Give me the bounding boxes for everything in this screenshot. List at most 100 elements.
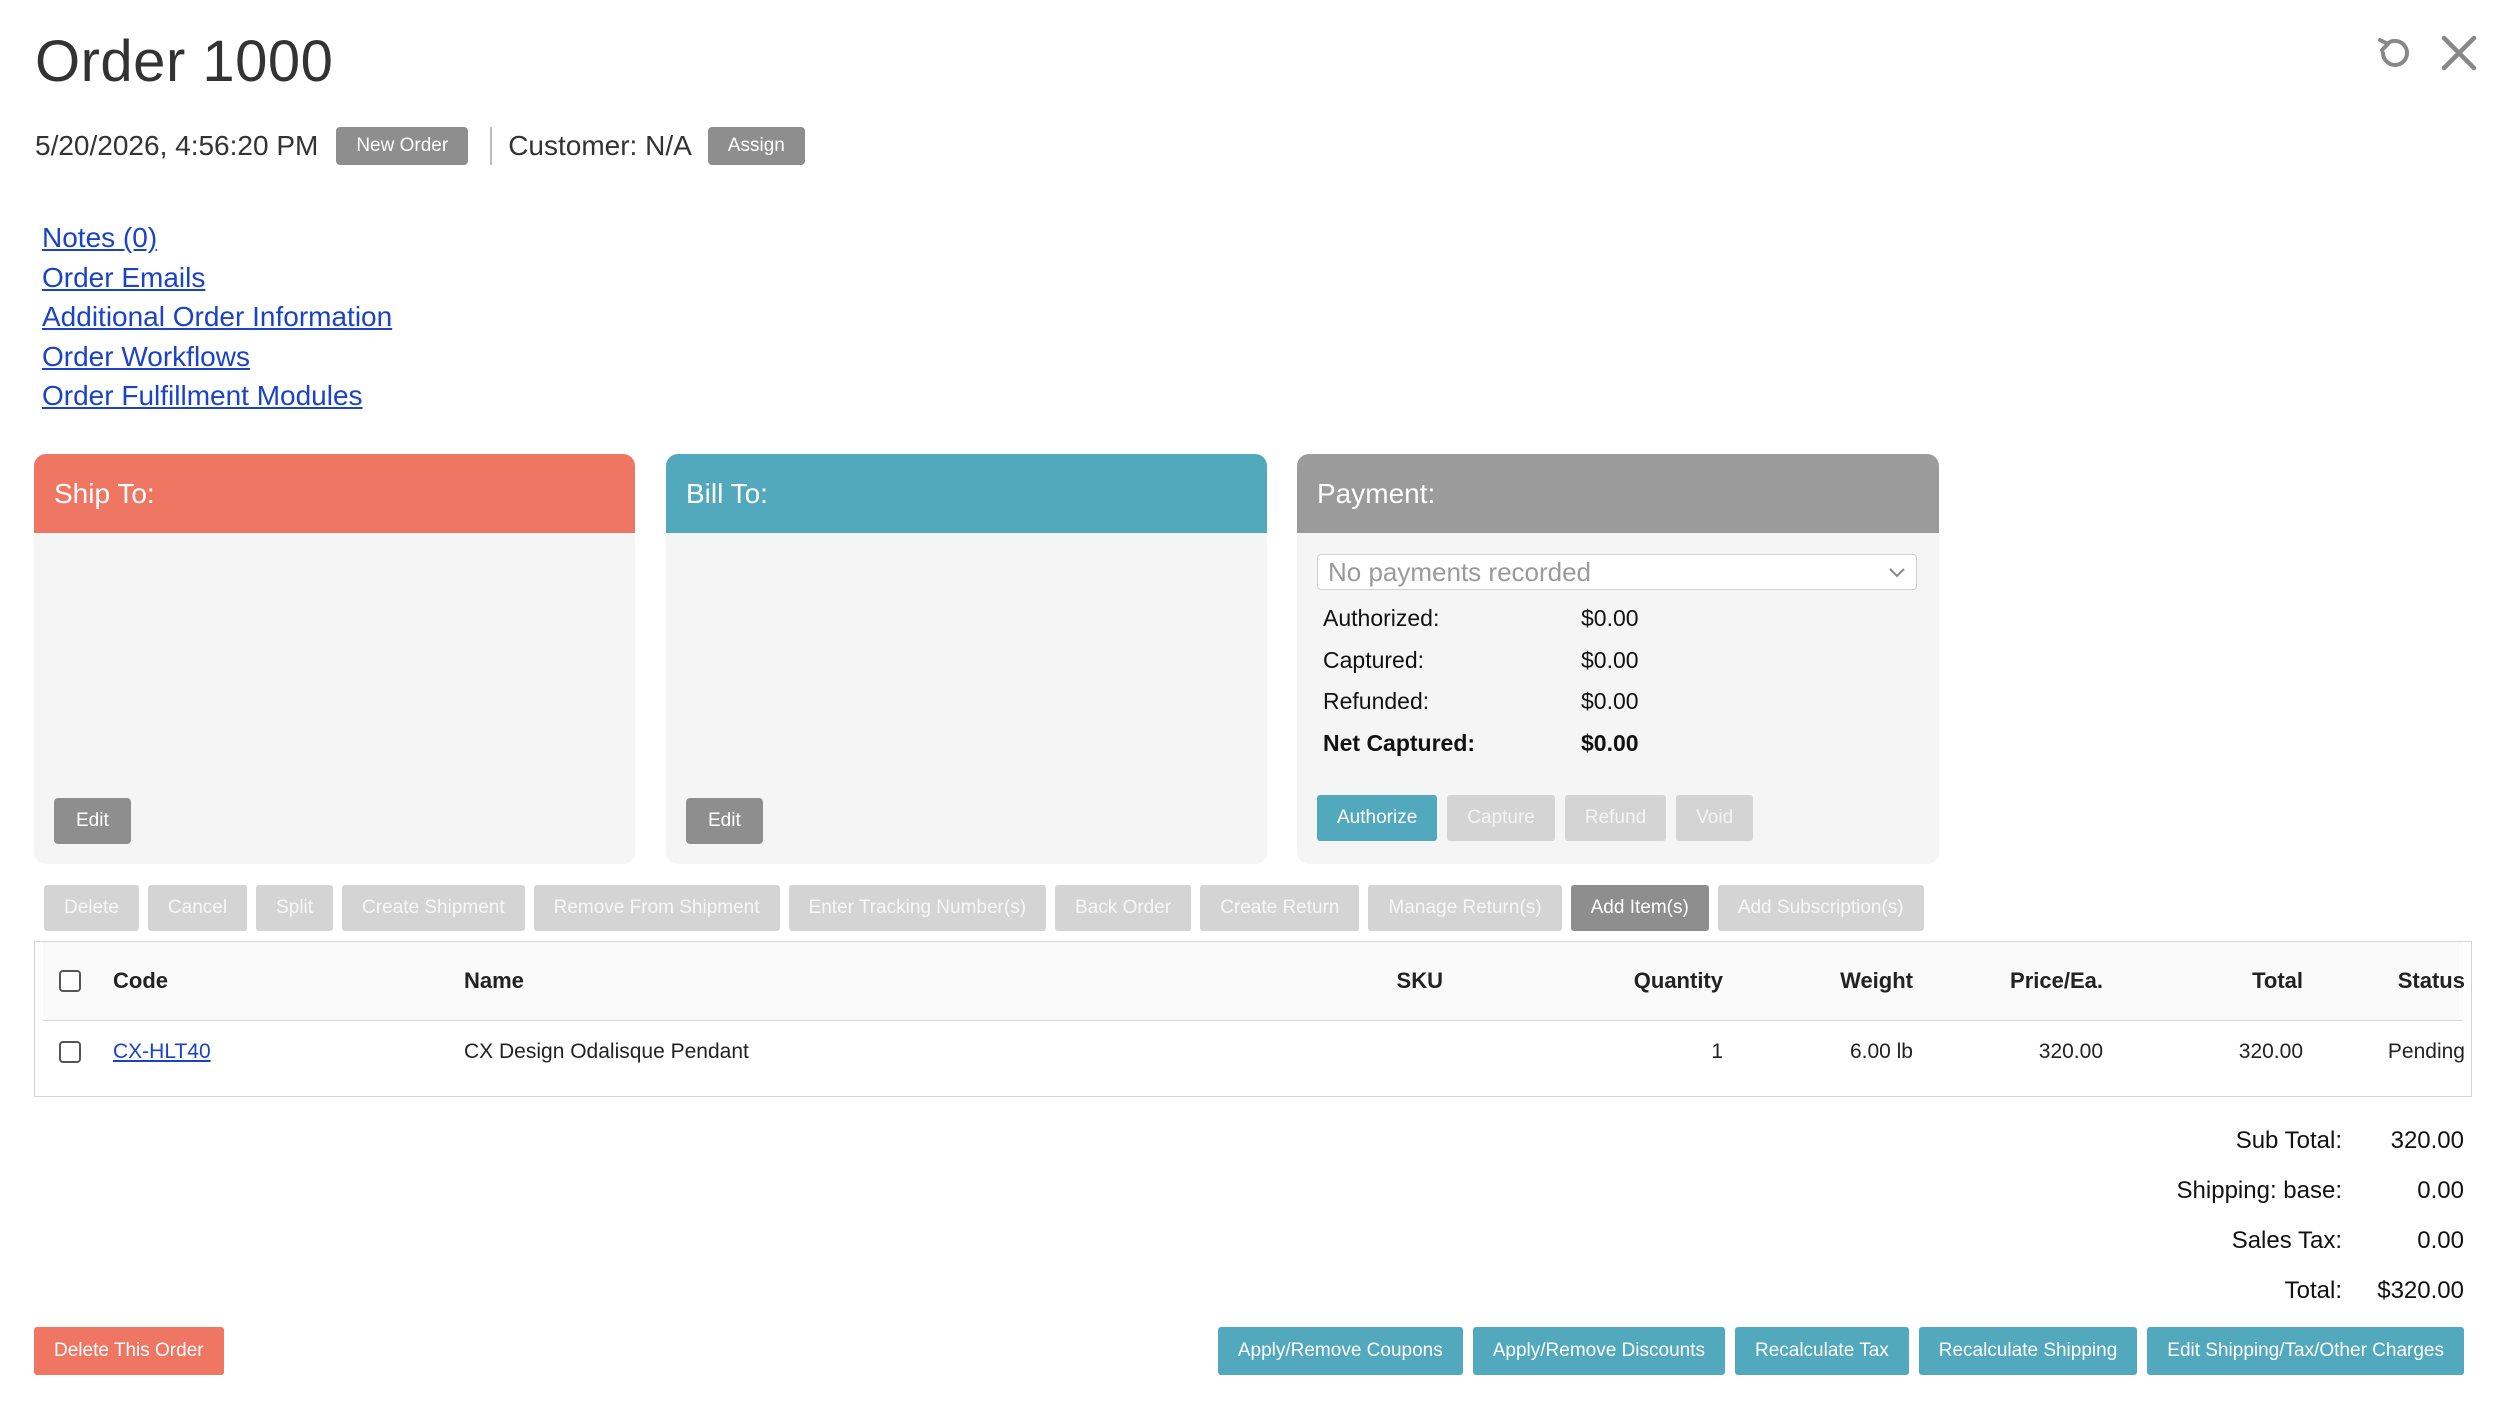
net-captured-row: Net Captured: $0.00 — [1323, 723, 1639, 765]
manage-returns-button[interactable]: Manage Return(s) — [1368, 885, 1562, 931]
total-row: Total: $320.00 — [2177, 1266, 2464, 1316]
subtotal-label: Sub Total: — [2235, 1127, 2342, 1154]
item-code-link[interactable]: CX-HLT40 — [113, 1040, 211, 1064]
authorize-button[interactable]: Authorize — [1317, 795, 1438, 841]
item-sku — [1293, 1022, 1443, 1082]
assign-customer-button[interactable]: Assign — [707, 127, 805, 165]
order-datetime: 5/20/2026, 4:56:20 PM — [35, 130, 319, 161]
close-icon[interactable] — [2438, 32, 2480, 74]
order-workflows-link[interactable]: Order Workflows — [42, 337, 392, 377]
order-footer-actions: Apply/Remove Coupons Apply/Remove Discou… — [1217, 1327, 2464, 1375]
edit-shipping-tax-other-charges-button[interactable]: Edit Shipping/Tax/Other Charges — [2147, 1327, 2464, 1375]
recalculate-tax-button[interactable]: Recalculate Tax — [1734, 1327, 1909, 1375]
shipping-label: Shipping: base: — [2176, 1177, 2342, 1204]
column-header-name[interactable]: Name — [464, 942, 524, 1020]
back-order-button[interactable]: Back Order — [1055, 885, 1192, 931]
ship-to-card: Ship To: Edit — [34, 454, 635, 864]
column-header-sku[interactable]: SKU — [1293, 942, 1443, 1020]
enter-tracking-numbers-button[interactable]: Enter Tracking Number(s) — [788, 885, 1047, 931]
notes-link[interactable]: Notes (0) — [42, 218, 392, 258]
net-captured-value: $0.00 — [1581, 729, 1639, 756]
additional-order-information-link[interactable]: Additional Order Information — [42, 297, 392, 337]
add-subscriptions-button[interactable]: Add Subscription(s) — [1717, 885, 1924, 931]
bill-to-title: Bill To: — [666, 454, 1267, 533]
refresh-icon[interactable] — [2374, 32, 2416, 74]
sales-tax-label: Sales Tax: — [2231, 1227, 2342, 1254]
bill-to-edit-button[interactable]: Edit — [686, 798, 763, 844]
window-controls — [2374, 32, 2480, 74]
sales-tax-row: Sales Tax: 0.00 — [2177, 1216, 2464, 1266]
new-order-button[interactable]: New Order — [336, 127, 469, 165]
add-items-button[interactable]: Add Item(s) — [1570, 885, 1709, 931]
cancel-item-button[interactable]: Cancel — [147, 885, 248, 931]
column-header-code[interactable]: Code — [113, 942, 168, 1020]
sales-tax-value: 0.00 — [2417, 1227, 2464, 1254]
payment-actions: Authorize Capture Refund Void — [1317, 795, 1754, 841]
item-status: Pending — [2387, 1040, 2465, 1063]
subtotal-row: Sub Total: 320.00 — [2177, 1116, 2464, 1166]
ship-to-edit-button[interactable]: Edit — [54, 798, 131, 844]
row-checkbox[interactable] — [59, 1041, 81, 1063]
payment-select[interactable]: No payments recorded — [1317, 554, 1917, 590]
shipping-value: 0.00 — [2417, 1177, 2464, 1204]
customer-text: Customer: N/A — [508, 130, 692, 161]
delete-order-button[interactable]: Delete This Order — [34, 1327, 224, 1375]
item-actions-toolbar: Delete Cancel Split Create Shipment Remo… — [44, 885, 1924, 931]
split-button[interactable]: Split — [256, 885, 334, 931]
recalculate-shipping-button[interactable]: Recalculate Shipping — [1918, 1327, 2138, 1375]
subtotal-value: 320.00 — [2390, 1127, 2464, 1154]
create-shipment-button[interactable]: Create Shipment — [342, 885, 525, 931]
item-total: 320.00 — [2238, 1040, 2303, 1063]
refunded-value: $0.00 — [1581, 688, 1639, 715]
payment-summary: Authorized: $0.00 Captured: $0.00 Refund… — [1323, 598, 1639, 764]
order-emails-link[interactable]: Order Emails — [42, 258, 392, 298]
apply-remove-coupons-button[interactable]: Apply/Remove Coupons — [1217, 1327, 1463, 1375]
item-weight: 6.00 lb — [1849, 1040, 1913, 1063]
column-header-quantity[interactable]: Quantity — [1523, 942, 1723, 1020]
column-header-total[interactable]: Total — [2103, 942, 2303, 1020]
bill-to-card: Bill To: Edit — [666, 454, 1267, 864]
remove-from-shipment-button[interactable]: Remove From Shipment — [533, 885, 780, 931]
create-return-button[interactable]: Create Return — [1200, 885, 1360, 931]
net-captured-label: Net Captured: — [1323, 729, 1476, 756]
delete-item-button[interactable]: Delete — [44, 885, 139, 931]
captured-label: Captured: — [1323, 646, 1425, 673]
item-name: CX Design Odalisque Pendant — [464, 1040, 749, 1063]
shipping-row: Shipping: base: 0.00 — [2177, 1166, 2464, 1216]
captured-value: $0.00 — [1581, 646, 1639, 673]
page-title: Order 1000 — [35, 29, 334, 94]
order-items-table: Code Name SKU Quantity Weight Price/Ea. … — [34, 941, 2472, 1097]
item-code-cell: CX-HLT40 — [113, 1022, 211, 1082]
capture-button[interactable]: Capture — [1447, 795, 1555, 841]
order-totals: Sub Total: 320.00 Shipping: base: 0.00 S… — [2177, 1116, 2464, 1316]
ship-to-title: Ship To: — [34, 454, 635, 533]
authorized-value: $0.00 — [1581, 605, 1639, 632]
item-quantity: 1 — [1711, 1040, 1723, 1063]
payment-title: Payment: — [1297, 454, 1939, 533]
authorized-row: Authorized: $0.00 — [1323, 598, 1639, 640]
order-fulfillment-modules-link[interactable]: Order Fulfillment Modules — [42, 376, 392, 416]
column-header-price[interactable]: Price/Ea. — [1913, 942, 2103, 1020]
refund-button[interactable]: Refund — [1564, 795, 1667, 841]
total-label: Total: — [2284, 1277, 2342, 1304]
payment-select-value: No payments recorded — [1328, 556, 1592, 587]
table-header: Code Name SKU Quantity Weight Price/Ea. … — [43, 942, 2465, 1021]
column-header-weight[interactable]: Weight — [1723, 942, 1913, 1020]
apply-remove-discounts-button[interactable]: Apply/Remove Discounts — [1472, 1327, 1725, 1375]
payment-card: Payment: No payments recorded Authorized… — [1297, 454, 1939, 864]
column-header-status[interactable]: Status — [2303, 942, 2465, 1020]
authorized-label: Authorized: — [1323, 605, 1440, 632]
void-button[interactable]: Void — [1676, 795, 1754, 841]
item-price: 320.00 — [2038, 1040, 2103, 1063]
select-all-checkbox[interactable] — [59, 970, 81, 992]
select-all-cell — [59, 942, 81, 1020]
chevron-down-icon — [1889, 568, 1905, 578]
refunded-label: Refunded: — [1323, 688, 1430, 715]
captured-row: Captured: $0.00 — [1323, 640, 1639, 682]
meta-divider — [490, 127, 493, 165]
order-links: Notes (0) Order Emails Additional Order … — [42, 218, 392, 416]
order-meta: 5/20/2026, 4:56:20 PM New Order Customer… — [35, 124, 805, 168]
table-row: CX-HLT40 CX Design Odalisque Pendant 1 6… — [43, 1022, 2465, 1082]
total-value: $320.00 — [2377, 1277, 2464, 1304]
row-select-cell — [59, 1022, 81, 1082]
